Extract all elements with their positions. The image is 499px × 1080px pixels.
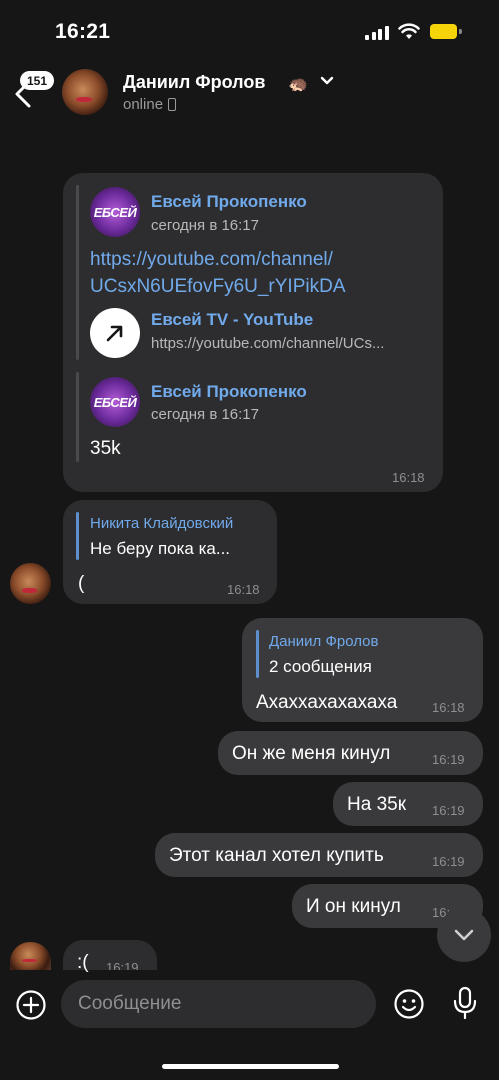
message-text: ( [78,573,85,594]
reply-author[interactable]: Даниил Фролов [269,633,378,650]
status-text: online [123,96,164,113]
reply-snippet[interactable]: Не беру пока ка... [90,539,230,559]
battery-icon [430,24,457,39]
message-link[interactable]: https://youtube.com/channel/ UCsxN6UEfov… [90,246,346,300]
sender-avatar[interactable] [10,563,51,604]
forwarded-text: 35k [90,438,121,459]
message-time: 16:18 [227,582,260,597]
status-time: 16:21 [55,20,111,43]
reply-author[interactable]: Никита Клайдовский [90,515,233,532]
forward-line [76,372,79,462]
message-text: Он же меня кинул [232,743,391,764]
contact-name-emoji: 🦔 [288,76,308,93]
link-preview-title[interactable]: Евсей TV - YouTube [151,310,313,330]
link-preview-url: https://youtube.com/channel/UCs... [151,335,385,352]
forwarded-author-avatar[interactable]: ЕБСЕЙ [90,377,140,427]
forwarded-author-avatar[interactable]: ЕБСЕЙ [90,187,140,237]
message-time: 16:19 [432,854,465,869]
forwarded-date: сегодня в 16:17 [151,406,259,423]
message-text: И он кинул [306,896,401,917]
link-preview-icon[interactable] [90,308,140,358]
message-input-placeholder[interactable]: Сообщение [78,993,181,1015]
message-time: 16:19 [432,803,465,818]
chevron-down-icon[interactable] [320,76,334,86]
link-arrow-icon [106,325,123,342]
cellular-signal-icon [365,26,389,40]
scroll-down-button[interactable] [437,908,491,962]
forwarded-author-name[interactable]: Евсей Прокопенко [151,382,307,402]
reply-bar [256,630,259,678]
forwarded-author-name[interactable]: Евсей Прокопенко [151,192,307,212]
contact-name[interactable]: Даниил Фролов [123,72,265,93]
message-time: 16:19 [106,960,139,970]
microphone-icon[interactable] [451,986,479,1020]
contact-status: online [123,96,177,113]
forward-line [76,185,79,360]
unread-count-badge[interactable]: 151 [20,71,54,90]
plus-icon[interactable] [15,989,47,1021]
emoji-icon[interactable] [393,988,425,1020]
reply-snippet[interactable]: 2 сообщения [269,657,372,677]
forwarded-date: сегодня в 16:17 [151,217,259,234]
contact-avatar[interactable] [62,69,108,115]
reply-bar [76,512,79,560]
scroll-down-icon [454,929,474,941]
message-text: Этот канал хотел купить [169,845,384,866]
message-time: 16:19 [432,752,465,767]
phone-icon [168,98,177,111]
message-text: :( [77,952,89,973]
home-indicator[interactable] [162,1064,339,1069]
sender-avatar[interactable] [10,942,51,970]
wifi-icon [398,23,420,39]
battery-tip [459,29,462,34]
message-time: 16:18 [432,700,465,715]
message-time: 16:18 [392,470,425,485]
message-text: Ахаххахахахаха [256,692,398,713]
message-text: На 35к [347,794,407,815]
